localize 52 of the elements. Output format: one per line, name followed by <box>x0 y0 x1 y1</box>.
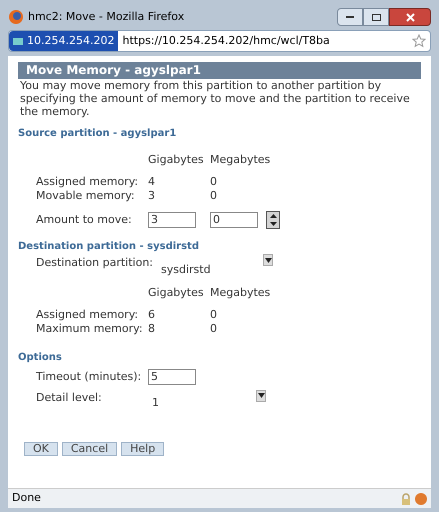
site-icon <box>13 36 23 46</box>
megabytes-value: 0 <box>210 308 218 322</box>
field-label: Maximum memory: <box>36 322 144 336</box>
partition-dropdown[interactable]: sysdirstd <box>155 254 274 280</box>
detail-level-dropdown[interactable]: 1 <box>148 390 421 410</box>
dialog-button[interactable]: Help <box>121 442 164 456</box>
gigabytes-value: 4 <box>148 175 156 189</box>
megabytes-value: 0 <box>210 189 218 203</box>
field-label: Assigned memory: <box>36 308 140 322</box>
field-label: Assigned memory: <box>36 175 140 189</box>
section-heading: Destination partition - sysdirstd <box>18 240 200 254</box>
dialog-button[interactable]: Cancel <box>62 442 118 456</box>
site-identity-badge[interactable]: 10.254.254.202 <box>9 31 118 51</box>
column-header: Megabytes <box>210 153 270 167</box>
field-label: Destination partition: <box>36 255 154 271</box>
gigabytes-value: 8 <box>148 322 156 336</box>
dialog-button[interactable]: OK <box>24 442 58 456</box>
minimize-button[interactable] <box>337 8 363 26</box>
description-text: You may move memory from this partition to another partition by specifying the amount of memory to move and the partition to receive the memory. <box>19 79 411 118</box>
field-label: Amount to move: <box>36 212 133 228</box>
field-label: Movable memory: <box>36 189 136 203</box>
gigabytes-input[interactable]: 3 <box>148 212 196 228</box>
spin-button[interactable] <box>266 211 280 229</box>
field-label: Detail level: <box>36 390 103 406</box>
field-label: Timeout (minutes): <box>36 369 142 385</box>
window-title: hmc2: Move - Mozilla Firefox <box>28 8 184 25</box>
close-icon <box>406 12 414 22</box>
caret-icon <box>258 393 264 398</box>
gigabytes-value: 3 <box>148 189 156 203</box>
star-icon[interactable] <box>412 34 426 48</box>
address-bar[interactable]: 10.254.254.202 https://10.254.254.202/hmc/wcl/T8ba <box>8 30 431 52</box>
megabytes-input[interactable]: 0 <box>210 212 258 228</box>
column-header: Gigabytes <box>148 286 205 300</box>
timeout-input[interactable]: 5 <box>148 369 196 386</box>
column-header: Gigabytes <box>148 153 205 167</box>
megabytes-value: 0 <box>210 175 218 189</box>
megabytes-value: 0 <box>210 322 218 336</box>
dialog-title-bar: Move Memory - agyslpar1 <box>18 62 421 79</box>
caret-icon <box>264 258 272 262</box>
maximize-button[interactable] <box>363 8 389 26</box>
down-arrow-icon <box>270 222 276 226</box>
circle-icon <box>415 492 427 504</box>
section-heading: Options <box>18 351 63 365</box>
section-heading: Source partition - agyslpar1 <box>18 127 178 141</box>
status-text: Done <box>12 490 41 506</box>
up-arrow-icon <box>270 214 276 218</box>
padlock-icon <box>401 492 411 504</box>
browser-logo-icon <box>8 9 24 25</box>
url-text: https://10.254.254.202/hmc/wcl/T8ba <box>121 32 331 49</box>
gigabytes-value: 6 <box>148 308 156 322</box>
column-header: Megabytes <box>210 286 270 300</box>
close-button[interactable] <box>389 8 431 26</box>
